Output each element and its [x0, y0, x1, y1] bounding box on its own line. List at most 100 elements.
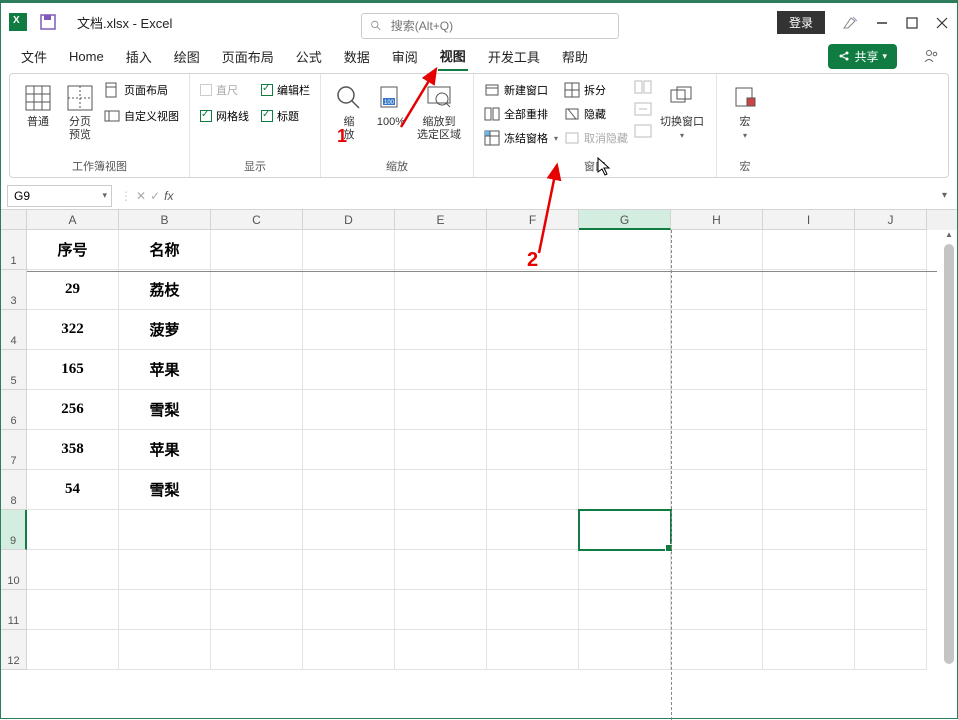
- cell[interactable]: [579, 470, 671, 510]
- cell[interactable]: [303, 350, 395, 390]
- cell[interactable]: [303, 310, 395, 350]
- zoom-100-button[interactable]: 100 100%: [373, 80, 409, 131]
- formula-input[interactable]: [181, 185, 942, 207]
- cell[interactable]: 苹果: [119, 430, 211, 470]
- row-header[interactable]: 12: [1, 630, 27, 670]
- cell[interactable]: [395, 630, 487, 670]
- cell[interactable]: [487, 310, 579, 350]
- cell[interactable]: [855, 350, 927, 390]
- cell[interactable]: [579, 550, 671, 590]
- cell[interactable]: [763, 590, 855, 630]
- cell[interactable]: [487, 470, 579, 510]
- cell[interactable]: [855, 550, 927, 590]
- row-header[interactable]: 3: [1, 270, 27, 310]
- row-header[interactable]: 9: [1, 510, 27, 550]
- cell[interactable]: [855, 310, 927, 350]
- menu-review[interactable]: 审阅: [390, 43, 420, 70]
- row-header[interactable]: 10: [1, 550, 27, 590]
- cell[interactable]: [395, 510, 487, 550]
- cell[interactable]: [303, 630, 395, 670]
- freeze-panes-button[interactable]: 冻结窗格▾: [484, 128, 558, 148]
- col-header-j[interactable]: J: [855, 210, 927, 230]
- custom-views-button[interactable]: 自定义视图: [104, 106, 179, 126]
- col-header-c[interactable]: C: [211, 210, 303, 230]
- cell[interactable]: 165: [27, 350, 119, 390]
- menu-view[interactable]: 视图: [438, 42, 468, 71]
- vertical-scrollbar[interactable]: ▲: [943, 230, 955, 720]
- page-layout-button[interactable]: 页面布局: [104, 80, 179, 100]
- cell[interactable]: [579, 630, 671, 670]
- macros-button[interactable]: 宏 ▾: [727, 80, 763, 142]
- cell[interactable]: 54: [27, 470, 119, 510]
- share-button[interactable]: 共享 ▾: [828, 44, 897, 69]
- switch-windows-button[interactable]: 切换窗口 ▾: [658, 80, 706, 142]
- cell[interactable]: [211, 510, 303, 550]
- login-button[interactable]: 登录: [777, 11, 825, 34]
- cell[interactable]: [395, 230, 487, 270]
- scroll-thumb[interactable]: [944, 244, 954, 664]
- cell[interactable]: [579, 510, 671, 550]
- cell[interactable]: [119, 510, 211, 550]
- cell[interactable]: [763, 350, 855, 390]
- search-input[interactable]: [391, 19, 610, 33]
- col-header-i[interactable]: I: [763, 210, 855, 230]
- cell[interactable]: [27, 630, 119, 670]
- cell[interactable]: [395, 390, 487, 430]
- gridlines-check[interactable]: 网格线: [200, 106, 249, 126]
- cell[interactable]: [671, 630, 763, 670]
- cell[interactable]: [211, 270, 303, 310]
- col-header-g[interactable]: G: [579, 210, 671, 230]
- cell[interactable]: 358: [27, 430, 119, 470]
- cell[interactable]: 苹果: [119, 350, 211, 390]
- pagebreak-preview-button[interactable]: 分页 预览: [62, 80, 98, 144]
- cell[interactable]: 名称: [119, 230, 211, 270]
- arrange-all-button[interactable]: 全部重排: [484, 104, 558, 124]
- cell[interactable]: [671, 270, 763, 310]
- cell[interactable]: 荔枝: [119, 270, 211, 310]
- cell[interactable]: [395, 430, 487, 470]
- menu-data[interactable]: 数据: [342, 43, 372, 70]
- cell[interactable]: 322: [27, 310, 119, 350]
- menu-home[interactable]: Home: [67, 45, 106, 68]
- col-header-e[interactable]: E: [395, 210, 487, 230]
- cell[interactable]: [855, 390, 927, 430]
- cell[interactable]: [27, 510, 119, 550]
- cell[interactable]: [487, 550, 579, 590]
- cell[interactable]: [487, 350, 579, 390]
- cell[interactable]: [579, 390, 671, 430]
- cell[interactable]: [211, 310, 303, 350]
- cell[interactable]: [671, 550, 763, 590]
- col-header-d[interactable]: D: [303, 210, 395, 230]
- name-box[interactable]: G9 ▾: [7, 185, 112, 207]
- cancel-formula-icon[interactable]: ✕: [136, 189, 146, 203]
- cell[interactable]: [763, 470, 855, 510]
- row-header[interactable]: 4: [1, 310, 27, 350]
- search-box[interactable]: [361, 13, 619, 39]
- cell[interactable]: [487, 430, 579, 470]
- menu-draw[interactable]: 绘图: [172, 43, 202, 70]
- menu-formulas[interactable]: 公式: [294, 43, 324, 70]
- cell[interactable]: [671, 510, 763, 550]
- cell[interactable]: [855, 590, 927, 630]
- close-button[interactable]: [935, 16, 949, 30]
- cell[interactable]: 256: [27, 390, 119, 430]
- cell[interactable]: [763, 310, 855, 350]
- cell[interactable]: [855, 630, 927, 670]
- cell[interactable]: [211, 470, 303, 510]
- select-all-corner[interactable]: [1, 210, 27, 230]
- cell[interactable]: [671, 230, 763, 270]
- cell[interactable]: [579, 430, 671, 470]
- cell[interactable]: [579, 350, 671, 390]
- headings-check[interactable]: 标题: [261, 106, 310, 126]
- cell[interactable]: [303, 470, 395, 510]
- cell[interactable]: [303, 510, 395, 550]
- menu-layout[interactable]: 页面布局: [220, 43, 276, 70]
- cell[interactable]: [211, 550, 303, 590]
- clear-format-icon[interactable]: [841, 14, 859, 32]
- menu-dev[interactable]: 开发工具: [486, 43, 542, 70]
- cell[interactable]: [487, 510, 579, 550]
- cell[interactable]: [763, 550, 855, 590]
- cell[interactable]: [487, 390, 579, 430]
- cell[interactable]: [303, 430, 395, 470]
- cell[interactable]: [395, 310, 487, 350]
